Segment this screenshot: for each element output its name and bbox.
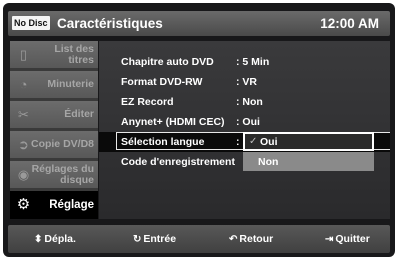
hint-back: ↶ Retour	[229, 225, 273, 253]
setting-row-anynet[interactable]: Anynet+ (HDMI CEC) : Oui	[99, 112, 390, 132]
setting-label: Code d'enregistrement	[121, 156, 235, 168]
hint-move-label: Dépla.	[44, 233, 76, 245]
setting-value: : Non	[236, 96, 263, 108]
checkmark-icon: ✓	[249, 136, 258, 147]
enter-icon: ↻	[133, 233, 142, 245]
sidebar-item-timer[interactable]: ◔ Minuterie	[10, 71, 98, 98]
sidebar-item-copy[interactable]: ➲ Copie DV/D8	[10, 131, 98, 158]
dropdown-option-non[interactable]: Non	[243, 152, 374, 171]
sidebar-item-label: Réglage	[49, 198, 94, 211]
setting-label: Anynet+ (HDMI CEC)	[121, 116, 225, 128]
setting-row-auto-chapter[interactable]: Chapitre auto DVD : 5 Min	[99, 52, 390, 72]
sidebar-item-label: Réglages du disque	[31, 162, 94, 186]
setup-screen: No Disc Caractéristiques 12:00 AM ▯ List…	[3, 3, 395, 257]
hint-quit-label: Quitter	[335, 233, 370, 245]
setting-value: : Oui	[236, 116, 260, 128]
hint-quit: ⇥ Quitter	[325, 225, 370, 253]
setting-value: :	[236, 136, 240, 148]
exit-icon: ⇥	[325, 233, 334, 245]
sidebar-item-setup[interactable]: ⚙ Réglage	[10, 191, 98, 219]
sidebar-item-label: Éditer	[64, 108, 94, 120]
setting-label: Sélection langue	[121, 136, 205, 148]
setting-value: : 5 Min	[236, 56, 270, 68]
setting-row-dvd-rw-format[interactable]: Format DVD-RW : VR	[99, 72, 390, 92]
setting-label: Format DVD-RW	[121, 76, 203, 88]
dropdown-option-label: Non	[258, 156, 279, 168]
setting-label: EZ Record	[121, 96, 174, 108]
sidebar-item-disc-settings[interactable]: ◉ Réglages du disque	[10, 161, 98, 188]
sidebar-menu: ▯ List des titres ◔ Minuterie ✂ Éditer ➲…	[10, 41, 98, 219]
up-down-arrow-icon: ⬍	[34, 233, 43, 245]
hint-enter: ↻ Entrée	[133, 225, 176, 253]
setting-label: Chapitre auto DVD	[121, 56, 214, 68]
settings-panel: Chapitre auto DVD : 5 Min Format DVD-RW …	[99, 41, 390, 219]
hint-back-label: Retour	[239, 233, 274, 245]
sidebar-item-label: Copie DV/D8	[30, 138, 94, 150]
page-title: Caractéristiques	[57, 16, 163, 31]
control-hints-bar: ⬍ Dépla. ↻ Entrée ↶ Retour ⇥ Quitter	[8, 225, 390, 253]
disc-status-badge: No Disc	[12, 16, 50, 30]
hint-enter-label: Entrée	[143, 233, 177, 245]
dropdown-option-label: Oui	[260, 136, 278, 148]
dropdown-option-oui[interactable]: ✓ Oui	[243, 132, 374, 151]
setting-row-ez-record[interactable]: EZ Record : Non	[99, 92, 390, 112]
language-dropdown[interactable]: ✓ Oui Non	[243, 132, 374, 172]
setting-value: : VR	[236, 76, 257, 88]
return-icon: ↶	[229, 233, 238, 245]
hint-move: ⬍ Dépla.	[34, 225, 76, 253]
sidebar-item-label: Minuterie	[47, 78, 94, 90]
sidebar-item-list-titles[interactable]: ▯ List des titres	[10, 41, 98, 68]
sidebar-item-label: List des titres	[54, 42, 94, 66]
clock: 12:00 AM	[320, 16, 379, 31]
title-bar: No Disc Caractéristiques 12:00 AM	[8, 11, 390, 36]
sidebar-item-edit[interactable]: ✂ Éditer	[10, 101, 98, 128]
